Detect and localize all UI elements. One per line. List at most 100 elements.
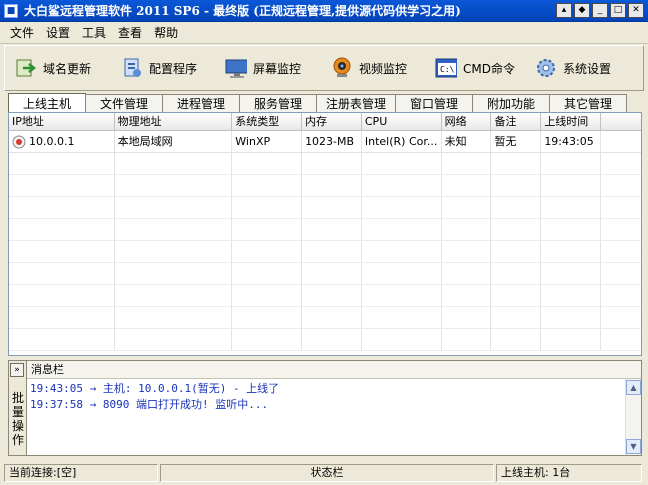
cell-ip: 10.0.0.1 <box>9 131 115 152</box>
empty-cell <box>362 241 442 262</box>
status-online-hosts: 上线主机: 1台 <box>496 463 642 482</box>
empty-cell <box>541 307 602 328</box>
empty-cell <box>9 241 115 262</box>
empty-cell <box>541 175 602 196</box>
empty-cell <box>491 153 542 174</box>
message-log: 19:43:05 → 主机: 10.0.0.1(暂无) - 上线了 19:37:… <box>27 379 625 455</box>
tab-online-hosts[interactable]: 上线主机 <box>8 93 86 112</box>
config-program-button[interactable]: 配置程序 <box>111 49 215 87</box>
tab-registry-manager[interactable]: 注册表管理 <box>316 94 396 112</box>
cell-location: 本地局域网 <box>115 131 233 152</box>
empty-cell <box>541 285 602 306</box>
cmd-icon: C:\ <box>435 57 457 79</box>
batch-operation-label: 批量操作 <box>11 391 24 447</box>
menu-file[interactable]: 文件 <box>4 23 40 43</box>
empty-cell <box>491 263 542 284</box>
col-remark[interactable]: 备注 <box>491 113 542 130</box>
cell-os: WinXP <box>232 131 303 152</box>
tab-process-manager[interactable]: 进程管理 <box>162 94 240 112</box>
tab-other-manager[interactable]: 其它管理 <box>549 94 627 112</box>
empty-cell <box>302 241 362 262</box>
col-os[interactable]: 系统类型 <box>232 113 303 130</box>
empty-cell <box>302 285 362 306</box>
video-monitor-label: 视频监控 <box>359 61 408 76</box>
menu-view[interactable]: 查看 <box>112 23 148 43</box>
empty-cell <box>9 285 115 306</box>
col-memory[interactable]: 内存 <box>302 113 362 130</box>
empty-cell <box>302 329 362 350</box>
expand-arrow-icon[interactable]: » <box>10 363 24 377</box>
empty-cell <box>115 197 233 218</box>
video-monitor-button[interactable]: 视频监控 <box>321 49 425 87</box>
scroll-down-icon[interactable]: ▼ <box>626 439 641 454</box>
empty-cell <box>302 153 362 174</box>
empty-cell <box>9 219 115 240</box>
empty-cell <box>442 285 492 306</box>
empty-cell <box>115 219 233 240</box>
empty-cell <box>302 219 362 240</box>
empty-table-row <box>9 285 641 307</box>
tab-service-manager[interactable]: 服务管理 <box>239 94 317 112</box>
batch-sidebar[interactable]: » 批量操作 <box>9 361 27 455</box>
system-settings-button[interactable]: 系统设置 <box>525 49 637 87</box>
empty-cell <box>302 263 362 284</box>
minimize-button[interactable]: _ <box>592 3 608 18</box>
empty-table-row <box>9 153 641 175</box>
empty-cell <box>491 307 542 328</box>
empty-cell <box>362 219 442 240</box>
tab-strip: 上线主机 文件管理 进程管理 服务管理 注册表管理 窗口管理 附加功能 其它管理 <box>8 93 640 112</box>
empty-table-row <box>9 329 641 351</box>
close-button[interactable]: ✕ <box>628 3 644 18</box>
empty-cell <box>491 285 542 306</box>
empty-cell <box>442 329 492 350</box>
screen-monitor-button[interactable]: 屏幕监控 <box>215 49 321 87</box>
message-scrollbar[interactable]: ▲ ▼ <box>625 379 641 455</box>
menu-tools[interactable]: 工具 <box>76 23 112 43</box>
col-network[interactable]: 网络 <box>441 113 492 130</box>
empty-cell <box>362 307 442 328</box>
table-header: IP地址 物理地址 系统类型 内存 CPU 网络 备注 上线时间 <box>9 113 641 131</box>
maximize-button[interactable]: □ <box>610 3 626 18</box>
empty-cell <box>115 153 233 174</box>
cmd-command-button[interactable]: C:\ CMD命令 <box>425 49 525 87</box>
col-location[interactable]: 物理地址 <box>114 113 233 130</box>
empty-cell <box>115 329 233 350</box>
title-bar[interactable]: ■ 大白鲨远程管理软件 2011 SP6 - 最终版 (正规远程管理,提供源代码… <box>0 0 648 22</box>
empty-cell <box>9 307 115 328</box>
empty-cell <box>491 175 542 196</box>
screen-monitor-label: 屏幕监控 <box>253 61 302 76</box>
empty-cell <box>9 175 115 196</box>
shade-button[interactable]: ▴ <box>556 3 572 18</box>
empty-cell <box>442 307 492 328</box>
gear-icon <box>535 57 557 79</box>
empty-table-row <box>9 241 641 263</box>
toolbar: 域名更新 配置程序 屏幕监控 视频监控 C:\ CMD命令 系统设置 <box>4 45 644 91</box>
svg-text:C:\: C:\ <box>440 65 455 74</box>
col-cpu[interactable]: CPU <box>361 113 442 130</box>
cell-online-time: 19:43:05 <box>541 131 602 152</box>
tab-window-manager[interactable]: 窗口管理 <box>395 94 473 112</box>
domain-update-button[interactable]: 域名更新 <box>5 49 111 87</box>
menu-settings[interactable]: 设置 <box>40 23 76 43</box>
pin-button[interactable]: ◆ <box>574 3 590 18</box>
menu-help[interactable]: 帮助 <box>148 23 184 43</box>
col-online-time[interactable]: 上线时间 <box>541 113 602 130</box>
webcam-icon <box>331 57 353 79</box>
empty-cell <box>115 175 233 196</box>
scroll-up-icon[interactable]: ▲ <box>626 380 641 395</box>
empty-cell <box>442 197 492 218</box>
empty-cell <box>302 197 362 218</box>
host-table: IP地址 物理地址 系统类型 内存 CPU 网络 备注 上线时间 10.0.0.… <box>8 112 642 356</box>
config-program-label: 配置程序 <box>149 61 198 76</box>
empty-cell <box>601 175 641 196</box>
col-ip[interactable]: IP地址 <box>9 113 115 130</box>
system-settings-label: 系统设置 <box>563 61 612 76</box>
table-row[interactable]: 10.0.0.1 本地局域网 WinXP 1023-MB Intel(R) Co… <box>9 131 641 153</box>
cmd-command-label: CMD命令 <box>463 61 515 76</box>
ip-value: 10.0.0.1 <box>29 135 75 148</box>
tab-extra-functions[interactable]: 附加功能 <box>472 94 550 112</box>
empty-cell <box>362 285 442 306</box>
empty-cell <box>541 197 602 218</box>
tab-file-manager[interactable]: 文件管理 <box>85 94 163 112</box>
empty-cell <box>491 329 542 350</box>
